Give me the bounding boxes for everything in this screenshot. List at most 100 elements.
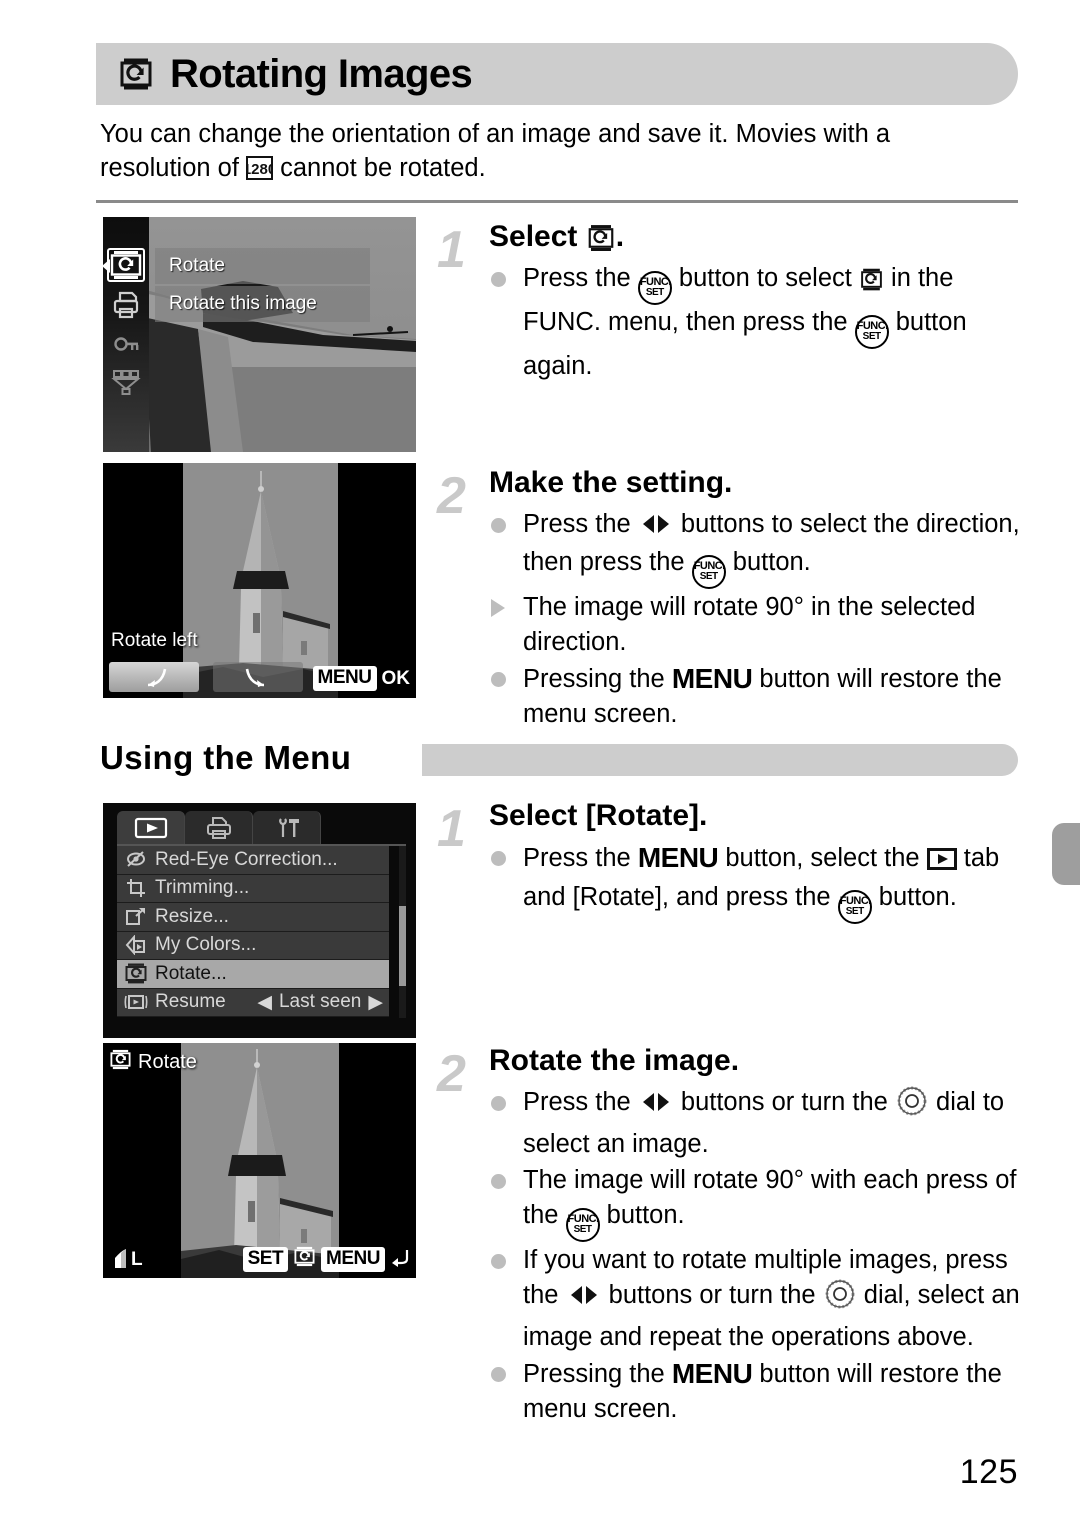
church-photo bbox=[181, 1043, 339, 1278]
sidebar-item-category[interactable] bbox=[109, 367, 143, 397]
screenshot-rotate-screen: Rotate L SET MENU bbox=[103, 1043, 416, 1278]
menu-tab-bar bbox=[117, 811, 321, 844]
step-heading-suffix: . bbox=[615, 220, 625, 253]
menu-row-label: Rotate... bbox=[155, 962, 227, 984]
tab-print[interactable] bbox=[185, 811, 253, 844]
rotate-icon bbox=[859, 267, 884, 292]
rotate-left-arrow-icon bbox=[147, 668, 167, 687]
screenshot-func-menu: Rotate Rotate this image bbox=[103, 217, 416, 452]
menu-button-label: MENU bbox=[671, 663, 753, 694]
resume-icon bbox=[121, 992, 151, 1012]
bullet-text-d: button. bbox=[871, 883, 957, 911]
list-item: Press the MENU button, select the tab an… bbox=[489, 840, 1027, 924]
menu-scrollbar-thumb[interactable] bbox=[399, 906, 406, 986]
rotate-screen-title-label: Rotate bbox=[138, 1051, 197, 1073]
sidebar-item-protect[interactable] bbox=[109, 329, 143, 359]
step-number: 1 bbox=[437, 800, 466, 858]
func-set-button-icon: FUNC. SET bbox=[637, 271, 672, 305]
rotate-screen-title: Rotate bbox=[109, 1049, 197, 1076]
movie-1280-icon: 1280 bbox=[243, 155, 276, 189]
my-colors-icon bbox=[121, 935, 151, 956]
func-menu-item-label: Rotate bbox=[169, 255, 225, 276]
bullet-text-a: Pressing the bbox=[523, 665, 672, 693]
menu-row-value-group: ◀ Last seen ▶ bbox=[257, 991, 383, 1014]
tab-settings[interactable] bbox=[253, 811, 321, 844]
bullet-text-a: Press the bbox=[523, 844, 638, 872]
menu-button-label: MENU bbox=[671, 1358, 753, 1389]
quality-badge-label: L bbox=[131, 1249, 143, 1270]
bullet-text-c: button. bbox=[725, 548, 811, 576]
rotate-right-button[interactable] bbox=[213, 662, 303, 692]
bullet-text-b: buttons or turn the bbox=[673, 1088, 895, 1116]
left-right-buttons-icon bbox=[566, 1281, 602, 1316]
step-number: 2 bbox=[437, 1045, 466, 1103]
menu-row-resume[interactable]: Resume ◀ Last seen ▶ bbox=[117, 988, 389, 1017]
rotate-left-button[interactable] bbox=[109, 662, 199, 692]
value-left-arrow-icon[interactable]: ◀ bbox=[257, 991, 272, 1014]
tab-playback[interactable] bbox=[117, 811, 185, 844]
menu-row-resize[interactable]: Resize... bbox=[117, 903, 389, 932]
playback-tab-icon bbox=[926, 845, 957, 880]
menu-action-label: OK bbox=[381, 667, 411, 689]
manual-page: Rotating Images You can change the orien… bbox=[0, 0, 1080, 1521]
step-bullet-list: Press the FUNC. SET button to select in t… bbox=[489, 261, 1022, 384]
step-heading: Rotate the image. bbox=[489, 1044, 740, 1077]
step-bullet-list: Press the buttons to select the directio… bbox=[489, 507, 1027, 732]
divider bbox=[96, 200, 1018, 203]
bullet-text-b: button. bbox=[599, 1201, 685, 1229]
menu-row-label: Trimming... bbox=[155, 877, 250, 899]
rotate-icon bbox=[586, 223, 616, 253]
list-item: Press the FUNC. SET button to select in t… bbox=[489, 261, 1022, 384]
value-right-arrow-icon[interactable]: ▶ bbox=[368, 991, 383, 1014]
bullet-text-a: Press the bbox=[523, 1088, 638, 1116]
menu-row-label: Resume bbox=[155, 991, 226, 1013]
rotate-right-arrow-icon bbox=[245, 668, 265, 687]
list-item: If you want to rotate multiple images, p… bbox=[489, 1243, 1032, 1355]
func-menu-item-rotate-this-image[interactable]: Rotate this image bbox=[155, 286, 370, 322]
bullet-text-a: Pressing the bbox=[523, 1360, 672, 1388]
menu-row-trimming[interactable]: Trimming... bbox=[117, 874, 389, 903]
list-item: Pressing the MENU button will restore th… bbox=[489, 661, 1027, 732]
step-heading: Select [Rotate]. bbox=[489, 799, 708, 832]
step-heading-text: Select bbox=[489, 220, 578, 253]
bullet-dot-icon bbox=[491, 1174, 506, 1189]
resize-icon bbox=[121, 907, 151, 927]
step-bullet-list: Press the buttons or turn the dial to se… bbox=[489, 1085, 1032, 1427]
bullet-dot-icon bbox=[491, 672, 506, 687]
section-heading: Using the Menu bbox=[100, 736, 1018, 784]
svg-text:1280: 1280 bbox=[246, 161, 273, 178]
return-arrow-icon bbox=[390, 1247, 410, 1272]
menu-scrollbar[interactable] bbox=[399, 846, 406, 1018]
func-set-button-icon: FUNC. SET bbox=[854, 315, 889, 349]
list-item: The image will rotate 90° in the selecte… bbox=[489, 590, 1027, 660]
control-dial-icon bbox=[823, 1278, 857, 1320]
settings-tab-icon bbox=[278, 817, 299, 837]
print-tab-icon bbox=[206, 816, 231, 839]
step-heading: Make the setting. bbox=[489, 466, 733, 499]
menu-row-my-colors[interactable]: My Colors... bbox=[117, 931, 389, 960]
rotate-icon bbox=[109, 1049, 132, 1076]
menu-button-label: MENU bbox=[637, 842, 719, 873]
func-menu-item-rotate[interactable]: Rotate bbox=[155, 248, 370, 284]
image-quality-indicator: L bbox=[113, 1248, 143, 1270]
menu-badge: MENU bbox=[312, 666, 377, 691]
bullet-text-b: button, select the bbox=[718, 844, 927, 872]
rotate-direction-label: Rotate left bbox=[111, 630, 198, 651]
menu-row-red-eye-correction[interactable]: Red-Eye Correction... bbox=[117, 846, 389, 875]
set-badge: SET bbox=[242, 1246, 289, 1272]
func-set-button-icon: FUNC. SET bbox=[837, 890, 872, 924]
section-heading-bar bbox=[422, 744, 1018, 776]
page-title: Rotating Images bbox=[170, 52, 473, 96]
menu-row-value: Last seen bbox=[278, 991, 362, 1013]
left-right-buttons-icon bbox=[638, 510, 674, 545]
red-eye-icon bbox=[121, 850, 151, 870]
rotate-screen-controls: SET MENU bbox=[242, 1246, 410, 1272]
bullet-text-a: Press the bbox=[523, 264, 638, 292]
step-bullet-list: Press the MENU button, select the tab an… bbox=[489, 840, 1027, 924]
menu-badge: MENU bbox=[321, 1246, 385, 1272]
menu-ok-hint: MENU OK bbox=[312, 666, 411, 691]
sidebar-item-print[interactable] bbox=[109, 290, 143, 320]
menu-row-rotate[interactable]: Rotate... bbox=[117, 960, 389, 989]
bullet-text-b: buttons or turn the bbox=[601, 1281, 823, 1309]
menu-row-label: Red-Eye Correction... bbox=[155, 848, 338, 870]
